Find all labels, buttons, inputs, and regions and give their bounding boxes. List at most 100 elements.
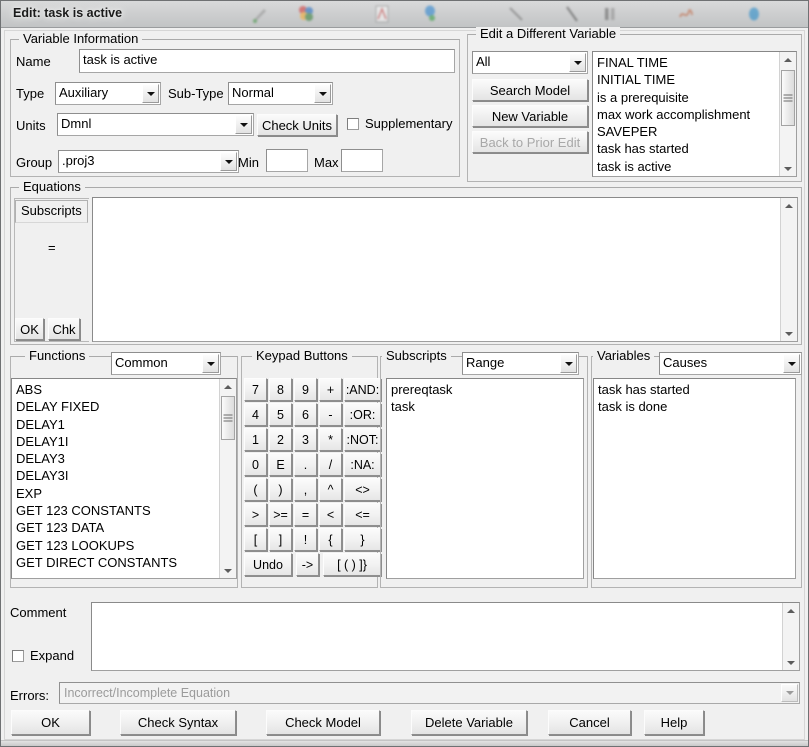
keypad-button[interactable]: >= (269, 503, 292, 526)
causes-list-item[interactable]: task is done (597, 398, 795, 415)
keypad-button[interactable]: 3 (294, 428, 317, 451)
equation-ok-button[interactable]: OK (15, 318, 44, 340)
keypad-button[interactable]: + (319, 378, 342, 401)
variables-list[interactable]: task has started task is done (593, 378, 796, 579)
min-input[interactable] (266, 149, 308, 172)
function-list-item[interactable]: GET 123 DATA (15, 519, 236, 536)
keypad-button[interactable]: 7 (244, 378, 267, 401)
keypad-button[interactable]: 9 (294, 378, 317, 401)
keypad-button[interactable]: 2 (269, 428, 292, 451)
scrollbar-thumb[interactable] (781, 70, 795, 126)
variable-list-item[interactable]: SAVEPER (596, 123, 796, 140)
keypad-button[interactable]: , (294, 478, 317, 501)
keypad-button[interactable]: ! (294, 528, 317, 551)
checkbox-box[interactable] (347, 117, 359, 130)
subscript-list-item[interactable]: prereqtask (390, 381, 583, 398)
keypad-button[interactable]: ] (269, 528, 292, 551)
keypad-button[interactable]: 5 (269, 403, 292, 426)
function-list-item[interactable]: DELAY1 (15, 416, 236, 433)
function-list-item[interactable]: GET 123 CONSTANTS (15, 502, 236, 519)
keypad-button[interactable]: [ ( ) ]} (323, 553, 381, 576)
functions-list[interactable]: ABS DELAY FIXED DELAY1 DELAY1I DELAY3 DELAY3I… (11, 378, 237, 579)
variable-list-scrollbar[interactable] (779, 52, 796, 176)
function-list-item[interactable]: ABS (15, 381, 236, 398)
keypad-button[interactable]: 4 (244, 403, 267, 426)
variable-list-item[interactable]: task has started (596, 140, 796, 157)
group-select[interactable]: .proj3 (58, 150, 239, 173)
keypad-button[interactable]: 8 (269, 378, 292, 401)
cancel-button[interactable]: Cancel (548, 710, 631, 735)
keypad-button[interactable]: > (244, 503, 267, 526)
subscript-list-item[interactable]: task (390, 398, 583, 415)
keypad-button[interactable]: . (294, 453, 317, 476)
keypad-button[interactable]: * (319, 428, 342, 451)
keypad-button[interactable]: <= (344, 503, 381, 526)
chevron-down-icon[interactable] (220, 152, 237, 171)
checkbox-box[interactable] (12, 649, 24, 662)
subscripts-list[interactable]: prereqtask task (386, 378, 584, 579)
variable-list-item[interactable]: INITIAL TIME (596, 71, 796, 88)
variable-list-item[interactable]: task is active (596, 158, 796, 175)
scroll-down-icon[interactable] (781, 326, 797, 341)
supplementary-checkbox[interactable]: Supplementary (347, 116, 452, 131)
function-list-item[interactable]: DELAY FIXED (15, 398, 236, 415)
errors-field[interactable]: Incorrect/Incomplete Equation (59, 682, 800, 704)
function-list-item[interactable]: EXP (15, 485, 236, 502)
keypad-button[interactable]: :AND: (344, 378, 381, 401)
chevron-down-icon[interactable] (569, 53, 586, 72)
keypad-button[interactable]: ( (244, 478, 267, 501)
chevron-down-icon[interactable] (202, 354, 219, 373)
check-units-button[interactable]: Check Units (257, 114, 337, 136)
functions-list-scrollbar[interactable] (219, 379, 236, 578)
keypad-button[interactable]: } (344, 528, 381, 551)
keypad-button[interactable]: :NOT: (344, 428, 381, 451)
chevron-down-icon[interactable] (235, 115, 252, 134)
scrollbar-thumb[interactable] (221, 396, 235, 440)
units-select[interactable]: Dmnl (57, 113, 254, 136)
keypad-button[interactable]: <> (344, 478, 381, 501)
keypad-button[interactable]: E (269, 453, 292, 476)
keypad-button[interactable]: { (319, 528, 342, 551)
keypad-button[interactable]: - (319, 403, 342, 426)
keypad-button[interactable]: ^ (319, 478, 342, 501)
keypad-button[interactable]: ) (269, 478, 292, 501)
keypad-button[interactable]: :NA: (344, 453, 381, 476)
name-input[interactable]: task is active (79, 49, 455, 73)
equation-chk-button[interactable]: Chk (48, 318, 80, 340)
subscripts-filter-select[interactable]: Range (462, 352, 579, 375)
expand-checkbox[interactable]: Expand (12, 648, 74, 663)
comment-input[interactable] (91, 602, 800, 671)
function-list-item[interactable]: GET DIRECT CONSTANTS (15, 554, 236, 571)
function-list-item[interactable]: DELAY1I (15, 433, 236, 450)
variable-list[interactable]: FINAL TIME INITIAL TIME is a prerequisite m… (592, 51, 797, 177)
keypad-button[interactable]: 6 (294, 403, 317, 426)
keypad-button[interactable]: 0 (244, 453, 267, 476)
function-list-item[interactable]: DELAY3I (15, 467, 236, 484)
ok-button[interactable]: OK (11, 710, 90, 735)
new-variable-button[interactable]: New Variable (472, 105, 588, 127)
chevron-down-icon[interactable] (314, 84, 331, 103)
keypad-button[interactable]: = (294, 503, 317, 526)
chevron-down-icon[interactable] (783, 354, 800, 373)
scroll-up-icon[interactable] (220, 379, 236, 394)
function-list-item[interactable]: GET 123 LOOKUPS (15, 537, 236, 554)
subscripts-tab[interactable]: Subscripts (15, 200, 88, 223)
chevron-down-icon[interactable] (560, 354, 577, 373)
search-model-button[interactable]: Search Model (472, 79, 588, 101)
variable-list-item[interactable]: FINAL TIME (596, 54, 796, 71)
scroll-down-icon[interactable] (220, 563, 236, 578)
scroll-up-icon[interactable] (783, 603, 799, 618)
keypad-button[interactable]: -> (296, 553, 319, 576)
variable-list-item[interactable]: is a prerequisite (596, 89, 796, 106)
scroll-down-icon[interactable] (780, 161, 796, 176)
equation-editor[interactable] (92, 197, 798, 342)
type-select[interactable]: Auxiliary (55, 82, 161, 105)
scroll-up-icon[interactable] (780, 52, 796, 67)
check-model-button[interactable]: Check Model (266, 710, 380, 735)
keypad-button[interactable]: :OR: (344, 403, 381, 426)
keypad-button[interactable]: / (319, 453, 342, 476)
keypad-button[interactable]: < (319, 503, 342, 526)
keypad-button[interactable]: Undo (244, 553, 292, 576)
comment-scrollbar[interactable] (782, 603, 799, 670)
help-button[interactable]: Help (644, 710, 704, 735)
